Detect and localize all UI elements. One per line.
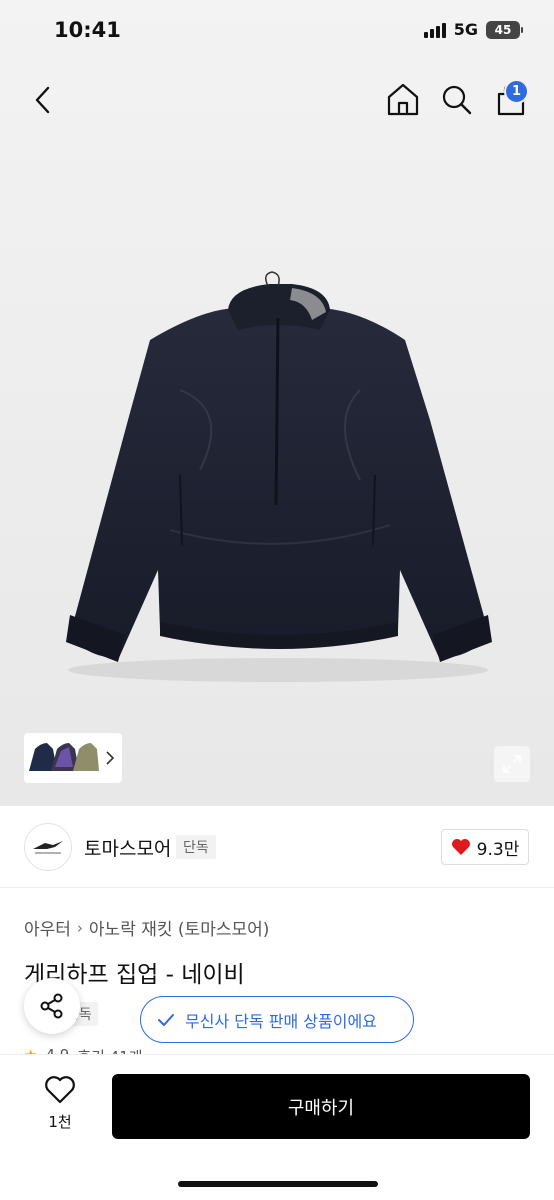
buy-button[interactable]: 구매하기 (112, 1074, 530, 1139)
search-button[interactable] (438, 80, 476, 120)
back-button[interactable] (26, 80, 60, 120)
exclusive-notice-pill[interactable]: 무신사 단독 판매 상품이에요 (140, 996, 414, 1043)
status-indicators: 5G 45 (423, 20, 523, 39)
status-time: 10:41 (54, 18, 121, 42)
home-indicator[interactable] (178, 1181, 378, 1187)
battery-level: 45 (494, 22, 512, 37)
brand-like-count: 9.3만 (476, 839, 520, 860)
brand-name[interactable]: 토마스모어 (84, 834, 171, 861)
thumbnail-strip[interactable] (24, 733, 122, 783)
cart-count-badge: 1 (504, 79, 529, 104)
home-button[interactable] (384, 80, 422, 120)
signal-icon (423, 22, 446, 38)
brand-logo[interactable] (24, 823, 72, 871)
search-icon (442, 85, 472, 115)
heart-outline-icon (45, 1076, 75, 1104)
network-type: 5G (453, 20, 478, 39)
brand-like-button[interactable]: 9.3만 (441, 829, 529, 865)
breadcrumb-item[interactable]: 아우터 (24, 915, 71, 940)
chevron-right-icon (106, 751, 115, 765)
brand-logo-mark (33, 841, 63, 854)
expand-image-button[interactable] (494, 746, 530, 782)
expand-icon (503, 755, 521, 773)
brand-row: 토마스모어 단독 9.3만 (0, 806, 554, 888)
check-icon (158, 1013, 174, 1026)
share-button[interactable] (24, 978, 80, 1034)
heart-filled-icon (451, 839, 470, 855)
share-icon (40, 993, 63, 1019)
product-hero: 10:41 5G 45 1 (0, 0, 554, 806)
exclusive-notice-text: 무신사 단독 판매 상품이에요 (185, 1011, 377, 1031)
brand-exclusive-tag: 단독 (176, 835, 216, 859)
home-icon (387, 83, 419, 116)
bottom-action-bar: 1천 구매하기 (0, 1054, 554, 1200)
breadcrumb: 아우터 › 아노락 재킷 (토마스모어) (24, 915, 269, 941)
chevron-right-icon: › (76, 918, 83, 937)
breadcrumb-item[interactable]: 아노락 재킷 (토마스모어) (89, 915, 269, 940)
status-bar: 10:41 5G 45 (0, 0, 554, 62)
wishlist-count: 1천 (48, 1113, 72, 1131)
chevron-left-icon (35, 86, 50, 114)
battery-icon: 45 (486, 20, 523, 39)
product-image-jacket[interactable] (30, 270, 526, 690)
wishlist-button[interactable]: 1천 (30, 1075, 90, 1139)
color-thumbnails (29, 743, 99, 771)
